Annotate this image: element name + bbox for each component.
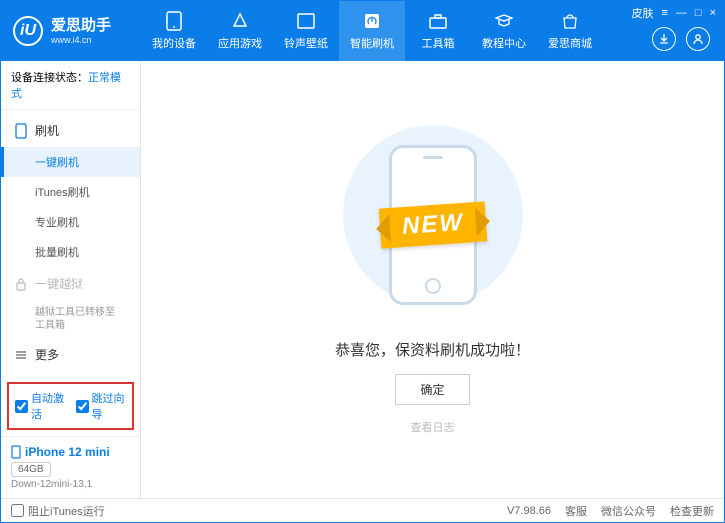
nav-label: 应用游戏 [218, 35, 262, 51]
success-message: 恭喜您，保资料刷机成功啦！ [335, 339, 530, 360]
menu-batch-flash[interactable]: 批量刷机 [1, 237, 140, 267]
window-controls: 皮肤 ≡ — □ × [631, 5, 716, 21]
more-icon [15, 349, 27, 361]
version-label: V7.98.66 [507, 505, 551, 517]
logo-area: iU 爱思助手 www.i4.cn [1, 16, 141, 46]
wallpaper-icon [296, 11, 316, 31]
skin-button[interactable]: 皮肤 [631, 5, 653, 21]
app-title: 爱思助手 [51, 17, 111, 35]
menu-group-flash[interactable]: 刷机 [1, 114, 140, 147]
device-capacity: 64GB [11, 462, 51, 477]
nav-label: 教程中心 [482, 35, 526, 51]
jailbreak-note: 越狱工具已转移至 工具箱 [1, 300, 140, 338]
nav-store[interactable]: 爱思商城 [537, 1, 603, 61]
wechat-link[interactable]: 微信公众号 [601, 503, 656, 519]
flash-icon [362, 11, 382, 31]
tutorial-icon [494, 11, 514, 31]
menu-group-jailbreak: 一键越狱 [1, 267, 140, 300]
check-update-link[interactable]: 检查更新 [670, 503, 714, 519]
user-button[interactable] [686, 27, 710, 51]
phone-icon [164, 11, 184, 31]
flash-options-highlight: 自动激活 跳过向导 [7, 382, 134, 430]
nav-my-device[interactable]: 我的设备 [141, 1, 207, 61]
customer-service-link[interactable]: 客服 [565, 503, 587, 519]
nav-apps[interactable]: 应用游戏 [207, 1, 273, 61]
view-log-link[interactable]: 查看日志 [411, 419, 455, 435]
maximize-button[interactable]: □ [695, 7, 702, 19]
device-firmware: Down-12mini-13,1 [11, 479, 130, 490]
store-icon [560, 11, 580, 31]
minimize-button[interactable]: — [676, 7, 687, 19]
nav-label: 工具箱 [422, 35, 455, 51]
main-content: NEW 恭喜您，保资料刷机成功啦！ 确定 查看日志 [141, 61, 724, 498]
apps-icon [230, 11, 250, 31]
menu-button[interactable]: ≡ [661, 7, 667, 19]
nav-toolbox[interactable]: 工具箱 [405, 1, 471, 61]
sidebar: 设备连接状态：正常模式 刷机 一键刷机 iTunes刷机 专业刷机 批量刷机 一… [1, 61, 141, 498]
nav-label: 我的设备 [152, 35, 196, 51]
nav-tutorials[interactable]: 教程中心 [471, 1, 537, 61]
app-subtitle: www.i4.cn [51, 35, 111, 46]
status-bar: 阻止iTunes运行 V7.98.66 客服 微信公众号 检查更新 [1, 498, 724, 522]
nav-smart-flash[interactable]: 智能刷机 [339, 1, 405, 61]
logo-icon: iU [13, 16, 43, 46]
menu-group-more[interactable]: 更多 [1, 338, 140, 371]
close-button[interactable]: × [710, 7, 716, 19]
device-icon [11, 445, 21, 459]
block-itunes-checkbox[interactable]: 阻止iTunes运行 [11, 503, 105, 519]
success-illustration: NEW [333, 125, 533, 325]
menu-pro-flash[interactable]: 专业刷机 [1, 207, 140, 237]
nav-ringtone[interactable]: 铃声壁纸 [273, 1, 339, 61]
nav-label: 铃声壁纸 [284, 35, 328, 51]
new-ribbon: NEW [378, 201, 487, 248]
ok-button[interactable]: 确定 [395, 374, 469, 405]
menu-itunes-flash[interactable]: iTunes刷机 [1, 177, 140, 207]
menu-one-key-flash[interactable]: 一键刷机 [1, 147, 140, 177]
menu-other-tools[interactable]: 其他工具 [1, 371, 140, 376]
app-header: iU 爱思助手 www.i4.cn 我的设备 应用游戏 铃声壁纸 智能刷机 工具… [1, 1, 724, 61]
skip-guide-checkbox[interactable]: 跳过向导 [76, 390, 127, 422]
lock-icon [15, 277, 27, 291]
top-nav: 我的设备 应用游戏 铃声壁纸 智能刷机 工具箱 教程中心 爱思商城 [141, 1, 603, 61]
nav-label: 智能刷机 [350, 35, 394, 51]
auto-activate-checkbox[interactable]: 自动激活 [15, 390, 66, 422]
nav-label: 爱思商城 [548, 35, 592, 51]
connection-status: 设备连接状态：正常模式 [1, 61, 140, 110]
device-info[interactable]: iPhone 12 mini 64GB Down-12mini-13,1 [1, 436, 140, 498]
phone-small-icon [15, 123, 27, 139]
download-button[interactable] [652, 27, 676, 51]
toolbox-icon [428, 11, 448, 31]
